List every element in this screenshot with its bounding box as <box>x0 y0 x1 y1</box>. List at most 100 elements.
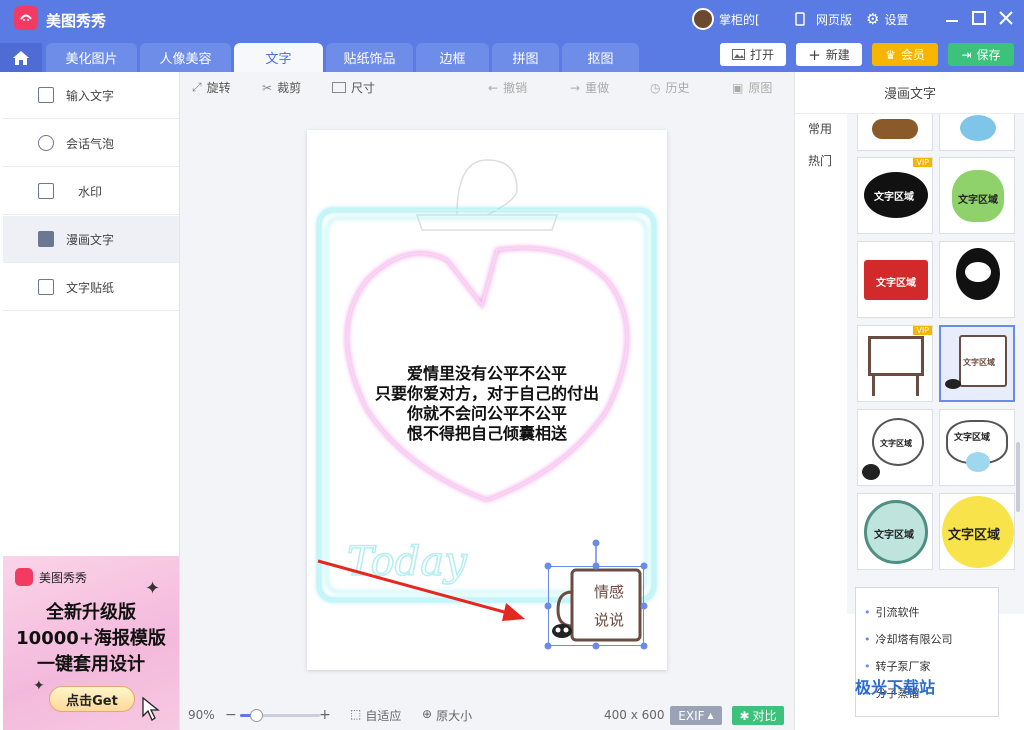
sticker-thumb[interactable] <box>939 114 1015 151</box>
sticker-thumb[interactable]: 文字区域 <box>939 409 1015 486</box>
resize-button[interactable]: 尺寸 <box>332 79 375 96</box>
text-sticker-icon <box>38 279 54 295</box>
sticker-thumb-text: 文字区域 <box>958 195 998 206</box>
settings-button[interactable]: ⚙ 设置 <box>866 0 908 38</box>
redo-label: 重做 <box>585 81 610 95</box>
app-logo-icon <box>15 568 33 586</box>
ad-brand-label: 美图秀秀 <box>39 570 88 585</box>
app-logo-icon <box>14 6 38 30</box>
tab-collage[interactable]: 拼图 <box>492 43 559 72</box>
rotate-button[interactable]: ⤢ 旋转 <box>192 79 231 96</box>
close-icon[interactable] <box>997 9 1015 27</box>
image-icon <box>731 49 745 60</box>
sidebar-item-watermark[interactable]: 水印 <box>3 168 179 215</box>
chevron-up-icon: ▲ <box>707 711 714 720</box>
crop-button[interactable]: ✂ 裁剪 <box>262 79 301 96</box>
fit-icon: ⬚ <box>350 706 362 721</box>
maximize-icon[interactable] <box>970 9 988 27</box>
related-link[interactable]: 引流软件 <box>864 604 920 620</box>
phone-icon <box>795 12 805 26</box>
tab-text[interactable]: 文字 <box>234 43 323 72</box>
actual-size-button[interactable]: ⊕ 原大小 <box>422 707 472 724</box>
web-version-button[interactable]: 网页版 <box>795 0 852 38</box>
zoom-slider-handle[interactable] <box>250 709 263 722</box>
sticker-thumb-text: 文字区域 <box>963 358 995 367</box>
sticker-thumb[interactable]: 文字区域 <box>857 493 933 570</box>
sidebar-item-chat-bubble[interactable]: 会话气泡 <box>3 120 179 167</box>
plus-icon: + <box>808 45 821 64</box>
compare-button[interactable]: ✱ 对比 <box>732 706 784 725</box>
related-link[interactable]: 转子泵厂家 <box>864 658 931 674</box>
fit-label: 自适应 <box>365 708 402 723</box>
sticker-thumb[interactable]: 文字区域 <box>857 409 933 486</box>
category-hot[interactable]: 热门 <box>795 144 845 176</box>
tab-beautify[interactable]: 美化图片 <box>46 43 137 72</box>
web-version-label: 网页版 <box>816 12 853 27</box>
save-button[interactable]: ⇥ 保存 <box>948 43 1014 66</box>
sticker-thumb[interactable] <box>857 114 933 151</box>
vip-badge: VIP <box>913 326 932 335</box>
tab-portrait[interactable]: 人像美容 <box>140 43 231 72</box>
sticker-thumb[interactable]: 文字区域 <box>939 493 1015 570</box>
home-icon[interactable] <box>0 43 42 72</box>
exif-button[interactable]: EXIF ▲ <box>670 706 722 725</box>
sticker-thumb[interactable] <box>939 241 1015 318</box>
ad-headline-2: 10000+海报模版 <box>16 628 166 649</box>
sidebar-item-input-text[interactable]: 输入文字 <box>3 72 179 119</box>
sticker-thumb[interactable]: 文字区域 <box>857 241 933 318</box>
sticker-thumb-text: 文字区域 <box>880 439 912 448</box>
sidebar-item-comic-text[interactable]: 漫画文字 <box>3 216 179 263</box>
new-button[interactable]: + 新建 <box>796 43 862 66</box>
sticker-thumb-selected[interactable]: 文字区域 <box>939 325 1015 402</box>
zoom-slider[interactable] <box>240 709 320 722</box>
member-label: 会员 <box>900 48 925 62</box>
selection-handles[interactable] <box>542 538 650 652</box>
magnifier-icon: ⊕ <box>422 706 433 721</box>
comic-text-panel: 漫画文字 常用 热门 文字区域 VIP 文字区域 文字区域 VIP 文字区域 文… <box>794 72 1024 730</box>
sparkle-icon: ✦ <box>33 678 45 694</box>
status-bar: 90% − + ⬚ 自适应 ⊕ 原大小 400 x 600 EXIF ▲ ✱ 对比 <box>180 700 794 730</box>
watermark-label: 极光下载站 <box>855 678 936 697</box>
sparkle-icon: ✱ <box>739 708 750 723</box>
sticker-thumb-vip[interactable]: VIP <box>857 325 933 402</box>
user-account[interactable]: 掌柜的[ <box>692 0 760 38</box>
sticker-thumb-text: 文字区域 <box>876 278 916 289</box>
ad-get-button[interactable]: 点击Get <box>49 686 135 712</box>
sidebar-item-label: 水印 <box>78 184 103 199</box>
zoom-in-icon[interactable]: + <box>319 707 331 723</box>
text-box-icon <box>38 87 54 103</box>
zoom-value: 90% <box>188 708 215 722</box>
zoom-out-icon[interactable]: − <box>225 707 237 723</box>
image-dimensions: 400 x 600 <box>604 708 665 722</box>
tab-cutout[interactable]: 抠图 <box>562 43 639 72</box>
redo-button[interactable]: → 重做 <box>570 79 609 96</box>
chat-bubble-icon <box>38 135 54 151</box>
sticker-thumb-vip[interactable]: 文字区域 VIP <box>857 157 933 234</box>
tab-frame[interactable]: 边框 <box>416 43 489 72</box>
resize-icon <box>332 82 346 93</box>
undo-button[interactable]: ← 撤销 <box>488 79 527 96</box>
undo-label: 撤销 <box>503 81 528 95</box>
promo-banner[interactable]: 美图秀秀 全新升级版 10000+海报模版 一键套用设计 ✦ ✦ 点击Get <box>3 556 179 730</box>
actual-size-label: 原大小 <box>436 708 473 723</box>
member-button[interactable]: ♛ 会员 <box>872 43 938 66</box>
edit-toolbar: ⤢ 旋转 ✂ 裁剪 尺寸 ← 撤销 → 重做 ◷ 历史 ▣ 原图 <box>180 72 794 102</box>
category-common[interactable]: 常用 <box>795 112 845 144</box>
open-button[interactable]: 打开 <box>720 43 786 66</box>
site-watermark: 极光下载站 <box>855 674 935 698</box>
arrow-left-icon: ← <box>488 80 499 95</box>
panel-scrollbar[interactable] <box>1016 442 1020 512</box>
sidebar-item-text-sticker[interactable]: 文字贴纸 <box>3 264 179 311</box>
related-link[interactable]: 冷却塔有限公司 <box>864 631 953 647</box>
sidebar-item-label: 输入文字 <box>66 88 115 103</box>
sticker-thumb[interactable]: 文字区域 <box>939 157 1015 234</box>
minimize-icon[interactable] <box>943 9 961 27</box>
original-button[interactable]: ▣ 原图 <box>732 79 772 96</box>
tab-stickers[interactable]: 贴纸饰品 <box>326 43 413 72</box>
history-button[interactable]: ◷ 历史 <box>650 79 690 96</box>
cursor-icon <box>142 696 160 721</box>
user-name: 掌柜的[ <box>719 12 760 27</box>
panel-title: 漫画文字 <box>795 72 1024 114</box>
settings-label: 设置 <box>884 12 909 27</box>
fit-button[interactable]: ⬚ 自适应 <box>350 707 401 724</box>
